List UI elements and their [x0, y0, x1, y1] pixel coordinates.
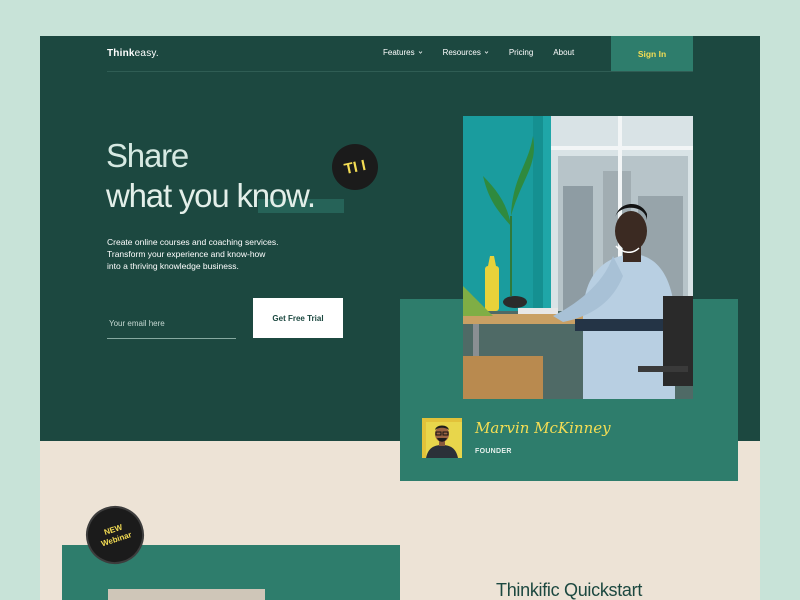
- subtext-line: Transform your experience and know-how: [107, 249, 266, 259]
- brand-name-bold: Think: [107, 48, 135, 59]
- main-nav: Features Resources Pricing About: [383, 48, 574, 57]
- nav-label: Resources: [442, 48, 481, 57]
- chevron-down-icon: [418, 51, 422, 54]
- founder-signature: Marvin McKinney: [475, 419, 611, 437]
- nav-label: About: [553, 48, 575, 57]
- brand-logo[interactable]: Thinkeasy.: [107, 48, 159, 59]
- email-input[interactable]: [107, 308, 236, 339]
- founder-photo: [463, 116, 693, 399]
- nav-divider: [107, 71, 693, 72]
- nav-item-pricing[interactable]: Pricing: [509, 48, 533, 57]
- subtext-line: Create online courses and coaching servi…: [107, 237, 279, 247]
- chevron-down-icon: [484, 51, 489, 54]
- founder-avatar: [422, 418, 462, 458]
- subtext-line: into a thriving knowledge business.: [107, 261, 239, 271]
- landing-page: Thinkeasy. Features Resources Pricing Ab…: [40, 36, 760, 600]
- hero-subtext: Create online courses and coaching servi…: [107, 236, 307, 272]
- headline-line-1: Share: [106, 137, 189, 174]
- brand-name-light: easy.: [134, 48, 159, 59]
- headline-line-2: what you know.: [106, 177, 316, 214]
- founder-role: FOUNDER: [475, 448, 512, 455]
- webinar-image: [108, 589, 265, 600]
- get-free-trial-button[interactable]: Get Free Trial: [253, 298, 343, 338]
- nav-item-resources[interactable]: Resources: [443, 48, 489, 57]
- ti-badge: TI I: [327, 139, 383, 195]
- quickstart-heading: Thinkific Quickstart: [496, 580, 643, 600]
- nav-item-about[interactable]: About: [553, 48, 574, 57]
- hero-headline: Share what you know.: [106, 136, 316, 216]
- sign-in-button[interactable]: Sign In: [611, 36, 693, 71]
- nav-label: Features: [383, 48, 415, 57]
- nav-item-features[interactable]: Features: [383, 48, 423, 57]
- nav-label: Pricing: [508, 48, 534, 57]
